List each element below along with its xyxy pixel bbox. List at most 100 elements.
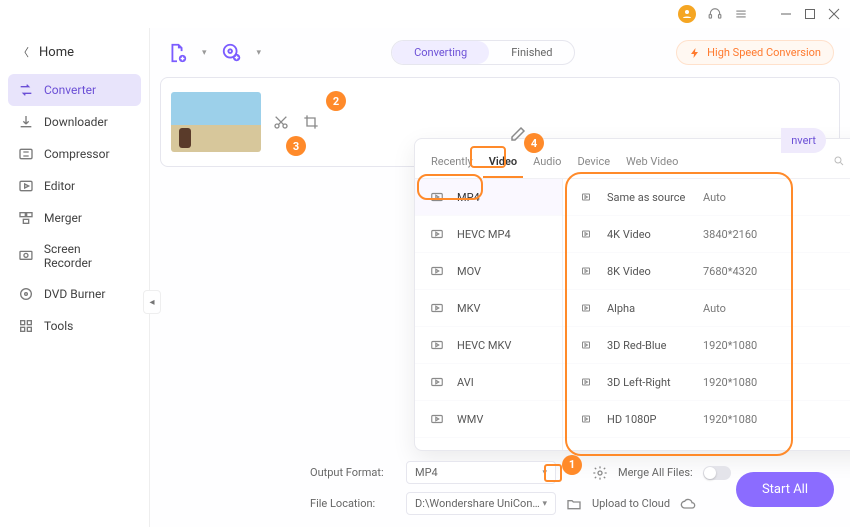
format-list: MP4HEVC MP4MOVMKVHEVC MKVAVIWMVM4V xyxy=(415,179,563,450)
compressor-icon xyxy=(18,146,34,162)
hsc-label: High Speed Conversion xyxy=(707,46,821,59)
output-format-value: MP4 xyxy=(415,466,438,479)
file-location-select[interactable]: D:\Wondershare UniConverter 1 ▾ xyxy=(406,492,556,515)
converter-icon xyxy=(18,82,34,98)
file-location-label: File Location: xyxy=(310,497,396,510)
main-area: ▾ ▾ Converting Finished High Speed Conve… xyxy=(150,28,850,527)
callout-2: 2 xyxy=(326,91,346,111)
popup-search[interactable]: Search xyxy=(831,150,850,177)
video-thumbnail[interactable] xyxy=(171,92,261,152)
sidebar-item-label: Tools xyxy=(44,319,73,333)
add-disc-button[interactable] xyxy=(221,42,243,64)
ring-mp4 xyxy=(417,174,483,200)
dvd-burner-icon xyxy=(18,286,34,302)
sidebar-items: Converter Downloader Compressor Editor M… xyxy=(8,74,141,342)
format-item-avi[interactable]: AVI xyxy=(415,364,562,401)
format-label: AVI xyxy=(457,376,474,389)
upload-cloud-label: Upload to Cloud xyxy=(592,497,670,510)
tab-audio[interactable]: Audio xyxy=(531,149,563,178)
ring-output-dropdown xyxy=(544,464,562,482)
card-actions xyxy=(273,114,319,130)
add-file-button[interactable] xyxy=(166,42,188,64)
support-icon[interactable] xyxy=(708,7,722,21)
screen-recorder-icon xyxy=(18,248,34,264)
chevron-down-icon: ▾ xyxy=(542,499,547,509)
output-format-label: Output Format: xyxy=(310,466,396,479)
folder-icon[interactable] xyxy=(566,496,582,512)
sidebar-item-compressor[interactable]: Compressor xyxy=(8,138,141,170)
sidebar-item-label: Editor xyxy=(44,179,75,193)
callout-3: 3 xyxy=(286,136,306,156)
format-label: M4V xyxy=(457,450,480,451)
format-label: HEVC MP4 xyxy=(457,228,511,241)
format-item-mov[interactable]: MOV xyxy=(415,253,562,290)
sidebar-item-editor[interactable]: Editor xyxy=(8,170,141,202)
format-label: MKV xyxy=(457,302,481,315)
sidebar-item-dvd-burner[interactable]: DVD Burner xyxy=(8,278,141,310)
minimize-button[interactable] xyxy=(780,8,792,20)
ring-tab-video xyxy=(470,146,506,168)
file-location-value: D:\Wondershare UniConverter 1 xyxy=(415,497,542,510)
sidebar-item-label: DVD Burner xyxy=(44,287,105,301)
format-label: WMV xyxy=(457,413,483,426)
segmented-control: Converting Finished xyxy=(391,40,575,65)
mov-icon xyxy=(429,264,445,278)
cloud-icon[interactable] xyxy=(680,496,696,512)
format-item-hevc-mkv[interactable]: HEVC MKV xyxy=(415,327,562,364)
callout-1: 1 xyxy=(562,455,582,475)
tab-converting[interactable]: Converting xyxy=(392,41,489,64)
merge-toggle[interactable] xyxy=(703,466,731,480)
format-item-hevc-mp4[interactable]: HEVC MP4 xyxy=(415,216,562,253)
output-format-select[interactable]: MP4 ▾ xyxy=(406,461,556,484)
format-label: MOV xyxy=(457,265,481,278)
crop-icon[interactable] xyxy=(303,114,319,130)
sidebar-item-merger[interactable]: Merger xyxy=(8,202,141,234)
settings-icon[interactable] xyxy=(592,465,608,481)
format-item-m4v[interactable]: M4V xyxy=(415,438,562,450)
mkv-icon xyxy=(429,301,445,315)
film-icon xyxy=(429,375,445,389)
sidebar: 〈 Home Converter Downloader Compressor E… xyxy=(0,28,150,527)
sidebar-home[interactable]: 〈 Home xyxy=(8,38,141,66)
wmv-icon xyxy=(429,412,445,426)
ring-resolutions xyxy=(565,172,793,456)
hevc-icon xyxy=(429,227,445,241)
bolt-icon xyxy=(689,47,701,59)
sidebar-item-label: Merger xyxy=(44,211,82,225)
start-all-button[interactable]: Start All xyxy=(736,472,834,507)
sidebar-item-label: Downloader xyxy=(44,115,108,129)
format-item-wmv[interactable]: WMV xyxy=(415,401,562,438)
tab-finished[interactable]: Finished xyxy=(489,41,574,64)
sidebar-item-downloader[interactable]: Downloader xyxy=(8,106,141,138)
titlebar xyxy=(0,0,850,28)
format-label: HEVC MKV xyxy=(457,339,511,352)
merger-icon xyxy=(18,210,34,226)
sidebar-item-label: Converter xyxy=(44,83,96,97)
high-speed-conversion-button[interactable]: High Speed Conversion xyxy=(676,40,834,65)
cut-icon[interactable] xyxy=(273,114,289,130)
user-avatar-icon[interactable] xyxy=(678,5,696,23)
search-icon xyxy=(833,155,845,167)
sidebar-item-converter[interactable]: Converter xyxy=(8,74,141,106)
menu-icon[interactable] xyxy=(734,7,748,21)
downloader-icon xyxy=(18,114,34,130)
hevc-icon xyxy=(429,338,445,352)
editor-icon xyxy=(18,178,34,194)
merge-label: Merge All Files: xyxy=(618,466,693,479)
tools-icon xyxy=(18,318,34,334)
maximize-button[interactable] xyxy=(804,8,816,20)
sidebar-item-screen-recorder[interactable]: Screen Recorder xyxy=(8,234,141,278)
chevron-down-icon[interactable]: ▾ xyxy=(202,48,207,58)
m4v-icon xyxy=(429,449,445,450)
chevron-left-icon: 〈 xyxy=(18,44,29,60)
convert-button[interactable]: nvert xyxy=(781,128,826,153)
sidebar-item-tools[interactable]: Tools xyxy=(8,310,141,342)
close-button[interactable] xyxy=(828,8,840,20)
sidebar-home-label: Home xyxy=(39,45,74,60)
sidebar-item-label: Screen Recorder xyxy=(44,242,131,270)
sidebar-item-label: Compressor xyxy=(44,147,110,161)
toolbar: ▾ ▾ Converting Finished High Speed Conve… xyxy=(160,36,840,69)
format-item-mkv[interactable]: MKV xyxy=(415,290,562,327)
callout-4: 4 xyxy=(524,133,544,153)
chevron-down-icon[interactable]: ▾ xyxy=(257,48,262,58)
